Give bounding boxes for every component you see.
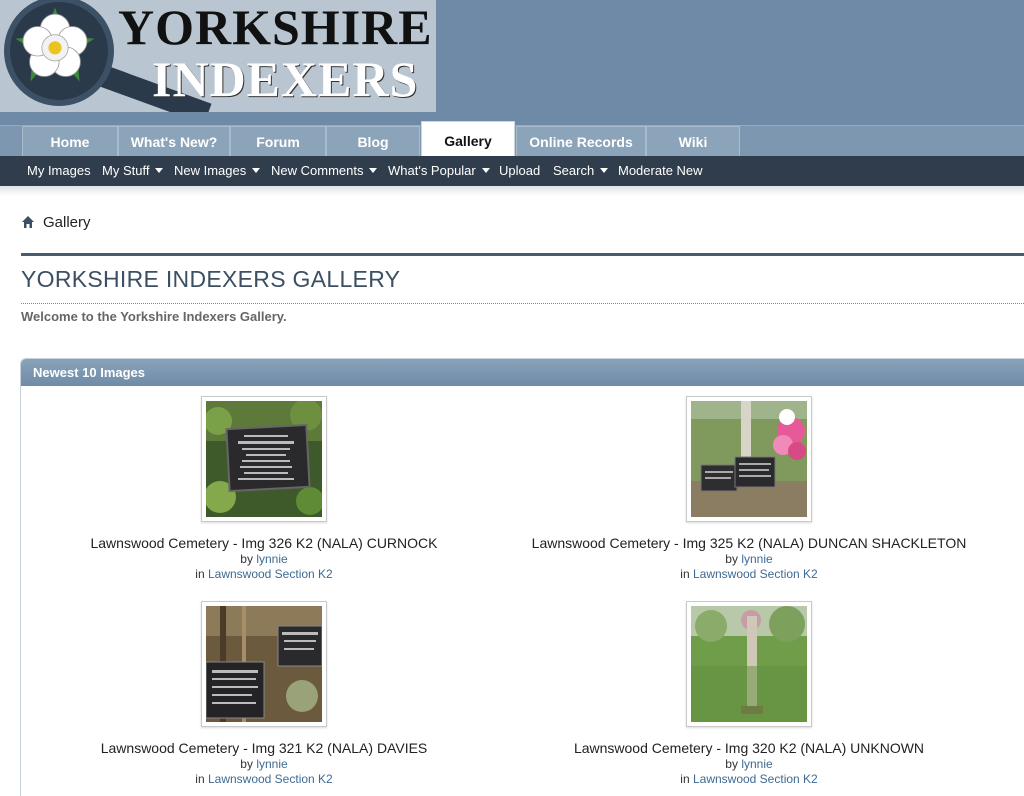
site-logo[interactable]: YORKSHIRE INDEXERS [0,0,436,112]
in-label: in [680,567,690,581]
image-album-line: in Lawnswood Section K2 [21,772,507,786]
image-title[interactable]: Lawnswood Cemetery - Img 321 K2 (NALA) D… [21,740,507,756]
caret-down-icon [369,168,378,173]
tab-online-records[interactable]: Online Records [516,126,646,157]
logo-text-indexers: INDEXERS [152,51,419,107]
panel-title: Newest 10 Images [21,359,1024,386]
gallery-item: Lawnswood Cemetery - Img 320 K2 (NALA) U… [506,601,992,786]
image-album-line: in Lawnswood Section K2 [506,772,992,786]
subnav-whats-popular-label: What's Popular [388,163,476,178]
subnav-moderate-new[interactable]: Moderate New [618,156,703,186]
subnav-my-images[interactable]: My Images [27,156,91,186]
in-label: in [195,772,205,786]
subnav-moderate-new-label: Moderate New [618,163,703,178]
author-link[interactable]: lynnie [741,552,772,566]
welcome-text: Welcome to the Yorkshire Indexers Galler… [21,309,287,324]
image-thumbnail[interactable] [686,601,812,727]
gallery-item: Lawnswood Cemetery - Img 325 K2 (NALA) D… [506,396,992,581]
thumbnail-plaques-image [206,606,322,722]
in-label: in [680,772,690,786]
nav-shadow [0,186,1024,196]
caret-down-icon [600,168,609,173]
tab-whats-new[interactable]: What's New? [118,126,230,157]
image-title[interactable]: Lawnswood Cemetery - Img 320 K2 (NALA) U… [506,740,992,756]
tab-blog[interactable]: Blog [326,126,420,157]
by-label: by [725,552,738,566]
tab-wiki[interactable]: Wiki [646,126,740,157]
logo-text-yorkshire: YORKSHIRE [118,0,433,55]
subnav-new-images-label: New Images [174,163,247,178]
tab-home[interactable]: Home [22,126,118,157]
image-album-line: in Lawnswood Section K2 [21,567,507,581]
image-author-line: by lynnie [506,552,992,566]
yorkshire-rose-icon [15,7,95,82]
breadcrumb-gallery[interactable]: Gallery [43,214,91,231]
subnav-whats-popular[interactable]: What's Popular [388,156,490,186]
image-thumbnail[interactable] [686,396,812,522]
subnav-search-label: Search [553,163,595,178]
tab-gallery[interactable]: Gallery [421,121,515,157]
image-title[interactable]: Lawnswood Cemetery - Img 326 K2 (NALA) C… [21,535,507,551]
image-album-line: in Lawnswood Section K2 [506,567,992,581]
subnav-my-stuff[interactable]: My Stuff [102,156,164,186]
image-author-line: by lynnie [21,552,507,566]
subnav-upload-label: Upload [499,163,541,178]
by-label: by [725,757,738,771]
subnav-new-images[interactable]: New Images [174,156,261,186]
album-link[interactable]: Lawnswood Section K2 [208,567,333,581]
subnav-upload[interactable]: Upload [499,156,540,186]
subnav-new-comments-label: New Comments [271,163,364,178]
subnav-my-stuff-label: My Stuff [102,163,150,178]
author-link[interactable]: lynnie [256,552,287,566]
gallery-subnav: My Images My Stuff New Images New Commen… [0,156,1024,186]
caret-down-icon [481,168,490,173]
image-author-line: by lynnie [506,757,992,771]
album-link[interactable]: Lawnswood Section K2 [693,567,818,581]
image-thumbnail[interactable] [201,601,327,727]
main-nav-tabs: Home What's New? Forum Blog Gallery Onli… [0,121,1024,157]
caret-down-icon [252,168,261,173]
image-title[interactable]: Lawnswood Cemetery - Img 325 K2 (NALA) D… [506,535,992,551]
subnav-my-images-label: My Images [27,163,91,178]
page-title: YORKSHIRE INDEXERS GALLERY [21,266,401,292]
gallery-item: Lawnswood Cemetery - Img 321 K2 (NALA) D… [21,601,507,786]
in-label: in [195,567,205,581]
home-icon[interactable] [21,215,35,229]
by-label: by [240,552,253,566]
by-label: by [240,757,253,771]
title-divider [21,253,1024,256]
newest-images-panel: Newest 10 Images Lawnswood Cemetery - Im… [20,358,1024,796]
author-link[interactable]: lynnie [256,757,287,771]
gallery-item: Lawnswood Cemetery - Img 326 K2 (NALA) C… [21,396,507,581]
subnav-new-comments[interactable]: New Comments [271,156,378,186]
thumbnail-grave-image [691,401,807,517]
album-link[interactable]: Lawnswood Section K2 [693,772,818,786]
album-link[interactable]: Lawnswood Section K2 [208,772,333,786]
thumbnail-plaque-image [206,401,322,517]
title-dotted-rule [21,303,1024,304]
subnav-search[interactable]: Search [553,156,609,186]
image-thumbnail[interactable] [201,396,327,522]
site-header: YORKSHIRE INDEXERS [0,0,1024,125]
tab-forum[interactable]: Forum [230,126,326,157]
breadcrumb: Gallery [21,212,91,232]
thumbnail-tree-image [691,606,807,722]
image-author-line: by lynnie [21,757,507,771]
author-link[interactable]: lynnie [741,757,772,771]
caret-down-icon [155,168,164,173]
